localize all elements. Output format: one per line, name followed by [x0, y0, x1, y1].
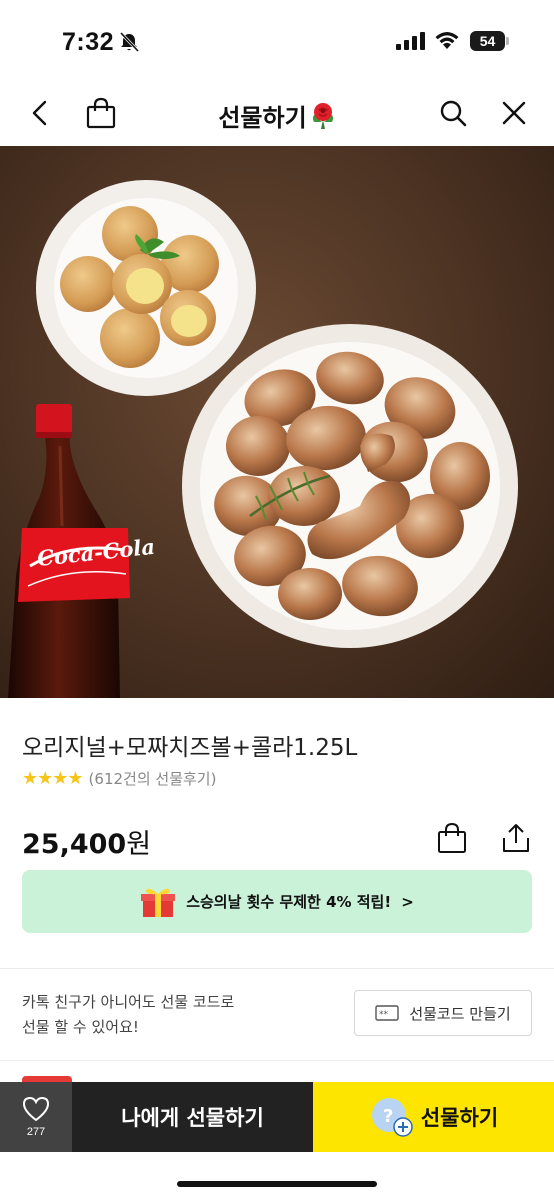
promo-banner[interactable]: 스승의날 횟수 무제한 4% 적립! >	[22, 870, 532, 933]
svg-text:**: **	[379, 1010, 389, 1020]
wifi-icon	[435, 32, 459, 49]
gift-code-info-line2: 선물 할 수 있어요!	[22, 1018, 139, 1036]
close-button[interactable]	[493, 92, 535, 134]
gift-to-self-label: 나에게 선물하기	[121, 1106, 264, 1130]
svg-text:?: ?	[383, 1106, 393, 1127]
review-count[interactable]: (612건의 선물후기)	[89, 768, 217, 789]
wish-count: 277	[26, 1126, 46, 1138]
section-divider	[0, 1060, 554, 1061]
gift-code-info-line1: 카톡 친구가 아니어도 선물 코드로	[22, 993, 235, 1011]
add-friend-icon: ?	[371, 1098, 413, 1137]
wish-button[interactable]: 277	[0, 1082, 72, 1152]
gift-to-self-button[interactable]: 나에게 선물하기	[72, 1082, 313, 1152]
ticket-icon: **	[375, 1005, 400, 1021]
product-name: 오리지널+모짜치즈볼+콜라1.25L	[22, 735, 358, 761]
product-price: 25,400원	[22, 822, 151, 861]
battery-icon: 54	[470, 31, 510, 51]
signal-icon	[396, 32, 425, 50]
chevron-right-icon: >	[401, 892, 414, 911]
section-divider	[0, 968, 554, 969]
bottom-action-bar: 277 나에게 선물하기 ? 선물하기	[0, 1082, 554, 1152]
star-rating: ★★★★	[22, 768, 84, 789]
create-gift-code-button[interactable]: ** 선물코드 만들기	[354, 990, 532, 1036]
gift-box-icon	[141, 888, 176, 917]
search-icon	[440, 100, 467, 127]
status-bar: 7:32 54	[0, 0, 554, 80]
search-button[interactable]	[432, 92, 474, 134]
close-icon	[502, 101, 526, 125]
rose-icon	[312, 103, 333, 129]
send-gift-label: 선물하기	[420, 1106, 499, 1130]
gift-code-info: 카톡 친구가 아니어도 선물 코드로 선물 할 수 있어요!	[22, 990, 234, 1040]
nav-bar: 선물하기	[0, 80, 554, 146]
create-gift-code-label: 선물코드 만들기	[409, 1004, 511, 1023]
share-icon	[503, 824, 529, 852]
price-unit: 원	[126, 829, 152, 860]
battery-level: 54	[470, 31, 505, 51]
status-time: 7:32	[62, 28, 115, 56]
shopping-bag-icon	[438, 822, 466, 853]
page-title-text: 선물하기	[218, 104, 307, 132]
product-image[interactable]: Coca-Cola	[0, 146, 554, 698]
send-gift-button[interactable]: ? 선물하기	[313, 1082, 554, 1152]
price-value: 25,400	[22, 829, 127, 860]
home-indicator[interactable]	[177, 1181, 377, 1187]
product-photo-illustration: Coca-Cola	[8, 180, 518, 698]
add-to-cart-button[interactable]	[434, 820, 470, 856]
promo-text: 스승의날 횟수 무제한 4% 적립!	[186, 893, 392, 911]
rating[interactable]: ★★★★ (612건의 선물후기)	[22, 768, 216, 789]
share-button[interactable]	[498, 820, 534, 856]
bell-off-icon	[119, 32, 140, 52]
heart-icon	[22, 1096, 50, 1122]
